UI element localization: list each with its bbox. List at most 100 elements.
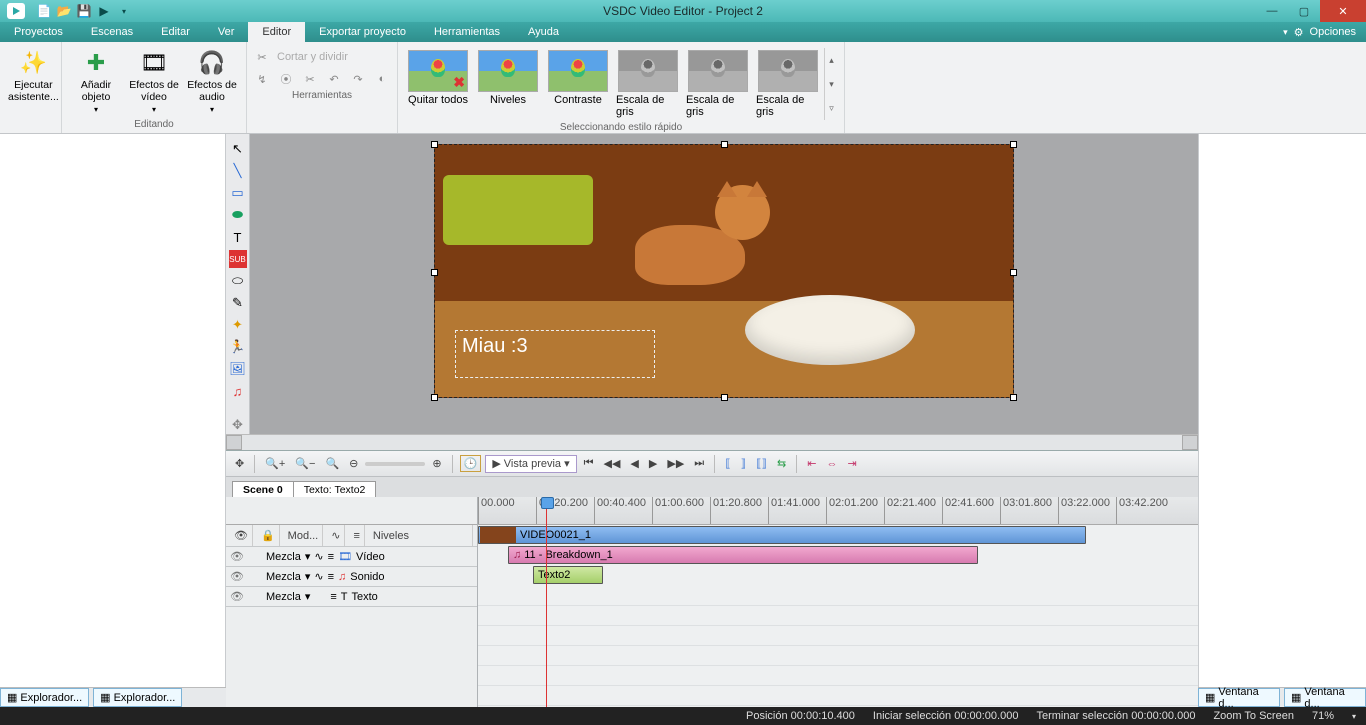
audio-icon[interactable]: ♫ xyxy=(229,382,247,400)
lock-icon[interactable]: 🔒 xyxy=(257,525,280,546)
menu-more-icon[interactable]: ▾ xyxy=(1283,27,1288,38)
tool-c-icon[interactable]: ◐ xyxy=(373,70,391,88)
style-thumb-icon xyxy=(618,50,678,92)
zoom-plus-icon[interactable]: ⊕ xyxy=(429,456,444,471)
canvas-scrollbar[interactable] xyxy=(226,434,1198,450)
gear-icon[interactable]: ⚙ xyxy=(1294,26,1304,39)
status-zoom-pct[interactable]: 71% xyxy=(1312,710,1334,722)
style-grayscale-2[interactable]: Escala de gris xyxy=(684,48,752,120)
add-object-button[interactable]: ✚Añadir objeto▾ xyxy=(68,46,124,117)
shape-icon[interactable]: ✦ xyxy=(229,316,247,334)
eye-icon[interactable]: 👁 xyxy=(230,570,244,583)
rotate-left-icon[interactable]: ↶ xyxy=(325,70,343,88)
track-row-audio[interactable]: 👁Mezcla▾∿≡♫Sonido xyxy=(226,567,477,587)
timeline-ruler[interactable]: 00.00000:20.20000:40.40001:00.60001:20.8… xyxy=(478,497,1198,525)
clip-text[interactable]: Texto2 xyxy=(533,566,603,584)
options-label[interactable]: Opciones xyxy=(1310,26,1356,38)
text-icon[interactable]: T xyxy=(229,228,247,246)
wizard-button[interactable]: ✨Ejecutar asistente... xyxy=(6,46,61,117)
align-left-icon[interactable]: ⇤ xyxy=(804,456,819,471)
close-button[interactable]: ✕ xyxy=(1320,0,1366,22)
brush-icon[interactable]: ✎ xyxy=(229,294,247,312)
zoom-out-icon[interactable]: 🔍− xyxy=(292,456,318,471)
eye-icon[interactable]: 👁 xyxy=(230,550,244,563)
menu-ayuda[interactable]: Ayuda xyxy=(514,22,573,42)
video-effects-button[interactable]: 🎞Efectos de vídeo▾ xyxy=(126,46,182,117)
zoom-in-icon[interactable]: 🔍+ xyxy=(262,456,288,471)
go-end-icon[interactable]: ⏭ xyxy=(691,456,707,471)
clip-audio[interactable]: ♫11 - Breakdown_1 xyxy=(508,546,978,564)
eye-icon[interactable]: 👁 xyxy=(230,525,253,546)
text-overlay[interactable]: Miau :3 xyxy=(455,330,655,378)
qat-play-icon[interactable]: ▶ xyxy=(96,3,112,19)
person-icon[interactable]: 🏃 xyxy=(229,338,247,356)
next-frame-icon[interactable]: ▶▶ xyxy=(664,456,687,471)
timeline-tab-text[interactable]: Texto: Texto2 xyxy=(293,481,377,497)
timeline-toolbar: ✥ 🔍+ 🔍− 🔍 ⊖ ⊕ 🕒 ▶ Vista previa ▾ ⏮ ◀◀ ◀ … xyxy=(226,451,1198,477)
style-grayscale-1[interactable]: Escala de gris xyxy=(614,48,682,120)
rotate-right-icon[interactable]: ↷ xyxy=(349,70,367,88)
minimize-button[interactable]: — xyxy=(1256,0,1288,22)
panel-tab-explorer-2[interactable]: ▦Explorador... xyxy=(93,688,182,707)
crop-icon[interactable]: ✂ xyxy=(301,70,319,88)
gallery-more[interactable]: ▴▾▿ xyxy=(824,48,838,120)
move-view-icon[interactable]: ✥ xyxy=(232,456,247,471)
zoom-fit-icon[interactable]: 🔍 xyxy=(322,456,342,471)
tooltip-icon[interactable]: ⬭ xyxy=(229,272,247,290)
cursor-icon[interactable]: ↖ xyxy=(229,140,247,158)
playhead[interactable] xyxy=(546,497,547,707)
style-levels[interactable]: Niveles xyxy=(474,48,542,120)
track-row-video[interactable]: 👁Mezcla▾∿≡🎞Vídeo xyxy=(226,547,477,567)
ellipse-icon[interactable]: ⬬ xyxy=(229,206,247,224)
timeline-tracks[interactable]: 00.00000:20.20000:40.40001:00.60001:20.8… xyxy=(478,497,1198,707)
audio-effects-button[interactable]: 🎧Efectos de audio▾ xyxy=(184,46,240,117)
menu-exportar[interactable]: Exportar proyecto xyxy=(305,22,420,42)
menu-editor[interactable]: Editor xyxy=(248,22,305,42)
qat-new-icon[interactable]: 📄 xyxy=(36,3,52,19)
maximize-button[interactable]: ▢ xyxy=(1288,0,1320,22)
qat-dropdown-icon[interactable]: ▾ xyxy=(116,3,132,19)
align-center-icon[interactable]: ⇔ xyxy=(823,457,840,471)
timeline-tab-scene[interactable]: Scene 0 xyxy=(232,481,294,497)
clock-icon[interactable]: 🕒 xyxy=(460,455,482,472)
rect-icon[interactable]: ▭ xyxy=(229,184,247,202)
link-icon[interactable]: ⇆ xyxy=(774,456,789,471)
eye-icon[interactable]: 👁 xyxy=(230,590,244,603)
menu-proyectos[interactable]: Proyectos xyxy=(0,22,77,42)
zoom-reset-icon[interactable]: ⊖ xyxy=(346,456,361,471)
qat-save-icon[interactable]: 💾 xyxy=(76,3,92,19)
align-right-icon[interactable]: ⇥ xyxy=(844,456,859,471)
panel-tab-explorer-1[interactable]: ▦Explorador... xyxy=(0,688,89,707)
image-icon[interactable]: 🖼 xyxy=(229,360,247,378)
chevron-down-icon[interactable]: ▾ xyxy=(1352,712,1356,721)
marker-c-icon[interactable]: ⟦⟧ xyxy=(753,456,770,471)
menu-ver[interactable]: Ver xyxy=(204,22,249,42)
style-contrast[interactable]: Contraste xyxy=(544,48,612,120)
menu-herramientas[interactable]: Herramientas xyxy=(420,22,514,42)
panel-tab-window-1[interactable]: ▦Ventana d... xyxy=(1198,688,1280,707)
marker-a-icon[interactable]: ⟦ xyxy=(722,456,733,471)
qat-open-icon[interactable]: 📂 xyxy=(56,3,72,19)
step-fwd-icon[interactable]: ▶ xyxy=(646,456,660,471)
go-start-icon[interactable]: ⏮ xyxy=(581,456,597,471)
zoom-slider[interactable] xyxy=(365,462,425,466)
clip-video[interactable]: VIDEO0021_1 xyxy=(478,526,1086,544)
line-icon[interactable]: ╲ xyxy=(229,162,247,180)
step-back-icon[interactable]: ◀ xyxy=(627,456,641,471)
preview-button[interactable]: ▶ Vista previa ▾ xyxy=(485,455,576,473)
subtitle-icon[interactable]: SUB xyxy=(229,250,247,268)
tool-a-icon[interactable]: ↯ xyxy=(253,70,271,88)
move-icon[interactable]: ✥ xyxy=(229,416,247,434)
status-zoom-mode[interactable]: Zoom To Screen xyxy=(1213,710,1294,722)
style-grayscale-3[interactable]: Escala de gris xyxy=(754,48,822,120)
grid-icon: ▦ xyxy=(1205,691,1215,704)
track-row-text[interactable]: 👁Mezcla▾≡TTexto xyxy=(226,587,477,607)
prev-frame-icon[interactable]: ◀◀ xyxy=(601,456,624,471)
menu-escenas[interactable]: Escenas xyxy=(77,22,147,42)
menu-editar[interactable]: Editar xyxy=(147,22,204,42)
panel-tab-window-2[interactable]: ▦Ventana d... xyxy=(1284,688,1366,707)
style-remove-all[interactable]: Quitar todos xyxy=(404,48,472,120)
marker-b-icon[interactable]: ⟧ xyxy=(738,456,749,471)
preview-canvas[interactable]: Miau :3 xyxy=(434,144,1014,398)
tool-b-icon[interactable]: ⦿ xyxy=(277,70,295,88)
